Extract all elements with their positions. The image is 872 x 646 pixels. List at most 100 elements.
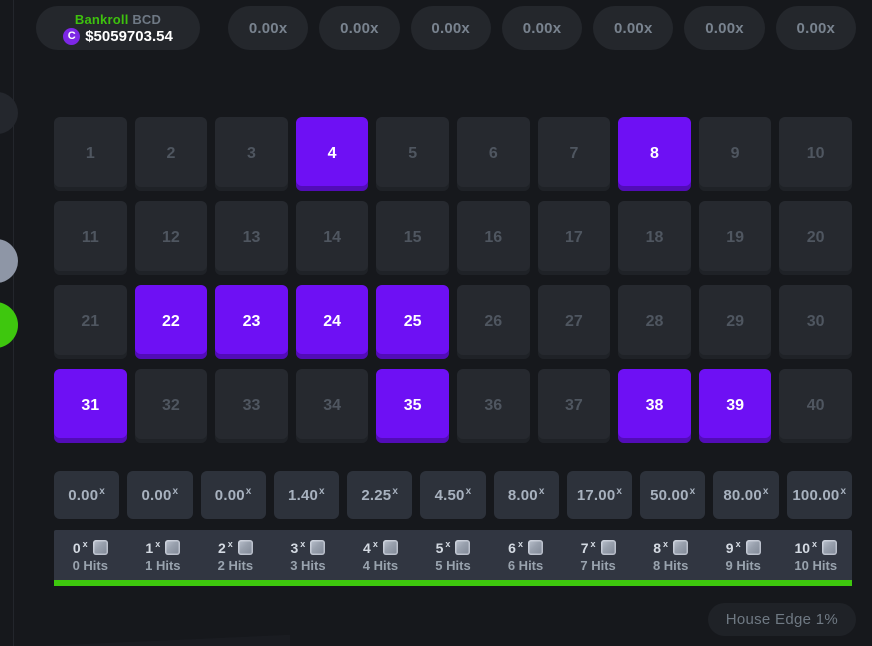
hit-mult-suffix: x (83, 539, 88, 549)
multiplier-box-4: 2.25x (347, 471, 412, 519)
number-tile-32[interactable]: 32 (135, 369, 208, 443)
number-tile-2[interactable]: 2 (135, 117, 208, 191)
hit-count-label: 6 Hits (508, 558, 543, 573)
number-tile-4[interactable]: 4 (296, 117, 369, 191)
hit-multiplier: 7x (581, 540, 616, 556)
recent-result-pill-4: 0.00x (593, 6, 673, 50)
gem-icon (383, 540, 398, 555)
hit-item-2: 2x2 Hits (199, 530, 272, 580)
hit-multiplier: 1x (145, 540, 180, 556)
multiplier-box-0: 0.00x (54, 471, 119, 519)
number-tile-13[interactable]: 13 (215, 201, 288, 275)
hit-count-label: 2 Hits (218, 558, 253, 573)
number-tile-1[interactable]: 1 (54, 117, 127, 191)
number-tile-15[interactable]: 15 (376, 201, 449, 275)
number-tile-18[interactable]: 18 (618, 201, 691, 275)
number-tile-5[interactable]: 5 (376, 117, 449, 191)
multiplier-box-8: 50.00x (640, 471, 705, 519)
number-tile-24[interactable]: 24 (296, 285, 369, 359)
hit-mult-suffix: x (155, 539, 160, 549)
hits-row: 0x0 Hits1x1 Hits2x2 Hits3x3 Hits4x4 Hits… (54, 530, 852, 580)
hit-multiplier: 6x (508, 540, 543, 556)
keno-game-screen: Bankroll BCD C $5059703.54 0.00x0.00x0.0… (0, 0, 872, 646)
number-tile-33[interactable]: 33 (215, 369, 288, 443)
multiplier-suffix: x (99, 486, 105, 497)
number-tile-7[interactable]: 7 (538, 117, 611, 191)
gem-icon (673, 540, 688, 555)
number-tile-26[interactable]: 26 (457, 285, 530, 359)
gem-icon (601, 540, 616, 555)
number-tile-12[interactable]: 12 (135, 201, 208, 275)
number-tile-10[interactable]: 10 (779, 117, 852, 191)
hit-multiplier: 3x (291, 540, 326, 556)
multiplier-box-1: 0.00x (127, 471, 192, 519)
gem-icon (165, 540, 180, 555)
number-tile-19[interactable]: 19 (699, 201, 772, 275)
number-tile-40[interactable]: 40 (779, 369, 852, 443)
number-tile-34[interactable]: 34 (296, 369, 369, 443)
number-tile-20[interactable]: 20 (779, 201, 852, 275)
hit-item-5: 5x5 Hits (417, 530, 490, 580)
hit-count-label: 10 Hits (794, 558, 837, 573)
multiplier-value: 0.00 (215, 487, 245, 504)
multiplier-suffix: x (173, 486, 179, 497)
number-tile-8[interactable]: 8 (618, 117, 691, 191)
gem-icon (310, 540, 325, 555)
bankroll-currency: BCD (132, 12, 161, 27)
hit-mult-value: 7 (581, 540, 589, 556)
number-tile-28[interactable]: 28 (618, 285, 691, 359)
number-tile-22[interactable]: 22 (135, 285, 208, 359)
multiplier-value: 50.00 (650, 487, 689, 504)
multiplier-value: 8.00 (508, 487, 538, 504)
gem-icon (746, 540, 761, 555)
number-tile-14[interactable]: 14 (296, 201, 369, 275)
number-tile-23[interactable]: 23 (215, 285, 288, 359)
number-tile-9[interactable]: 9 (699, 117, 772, 191)
multiplier-value: 80.00 (723, 487, 762, 504)
multiplier-suffix: x (392, 486, 398, 497)
multiplier-value: 4.50 (435, 487, 465, 504)
bankroll-display: Bankroll BCD C $5059703.54 (36, 6, 200, 50)
hit-mult-suffix: x (445, 539, 450, 549)
number-tile-31[interactable]: 31 (54, 369, 127, 443)
number-tile-25[interactable]: 25 (376, 285, 449, 359)
number-tile-6[interactable]: 6 (457, 117, 530, 191)
number-tile-16[interactable]: 16 (457, 201, 530, 275)
multiplier-suffix: x (616, 486, 622, 497)
number-tile-17[interactable]: 17 (538, 201, 611, 275)
number-tile-35[interactable]: 35 (376, 369, 449, 443)
bankroll-amount: $5059703.54 (85, 28, 173, 45)
multiplier-suffix: x (466, 486, 472, 497)
number-grid: 1234567891011121314151617181920212223242… (54, 117, 852, 443)
number-tile-11[interactable]: 11 (54, 201, 127, 275)
hit-item-10: 10x10 Hits (779, 530, 852, 580)
multiplier-suffix: x (539, 486, 545, 497)
multiplier-suffix: x (319, 486, 325, 497)
hit-item-4: 4x4 Hits (344, 530, 417, 580)
hit-multiplier: 9x (726, 540, 761, 556)
multiplier-value: 1.40 (288, 487, 318, 504)
number-tile-27[interactable]: 27 (538, 285, 611, 359)
hit-mult-suffix: x (663, 539, 668, 549)
background-wedge (40, 618, 290, 646)
multiplier-box-3: 1.40x (274, 471, 339, 519)
number-tile-36[interactable]: 36 (457, 369, 530, 443)
hit-item-6: 6x 6 Hits (489, 530, 562, 580)
number-tile-37[interactable]: 37 (538, 369, 611, 443)
multiplier-suffix: x (690, 486, 696, 497)
progress-underline (54, 580, 852, 586)
recent-result-pill-0: 0.00x (228, 6, 308, 50)
number-tile-39[interactable]: 39 (699, 369, 772, 443)
gem-icon (455, 540, 470, 555)
number-tile-38[interactable]: 38 (618, 369, 691, 443)
number-tile-29[interactable]: 29 (699, 285, 772, 359)
hit-mult-suffix: x (518, 539, 523, 549)
number-tile-3[interactable]: 3 (215, 117, 288, 191)
number-tile-21[interactable]: 21 (54, 285, 127, 359)
hit-mult-value: 1 (145, 540, 153, 556)
edge-avatar-circle (0, 92, 18, 134)
hit-mult-suffix: x (736, 539, 741, 549)
number-tile-30[interactable]: 30 (779, 285, 852, 359)
hit-multiplier: 8x (653, 540, 688, 556)
multiplier-suffix: x (246, 486, 252, 497)
